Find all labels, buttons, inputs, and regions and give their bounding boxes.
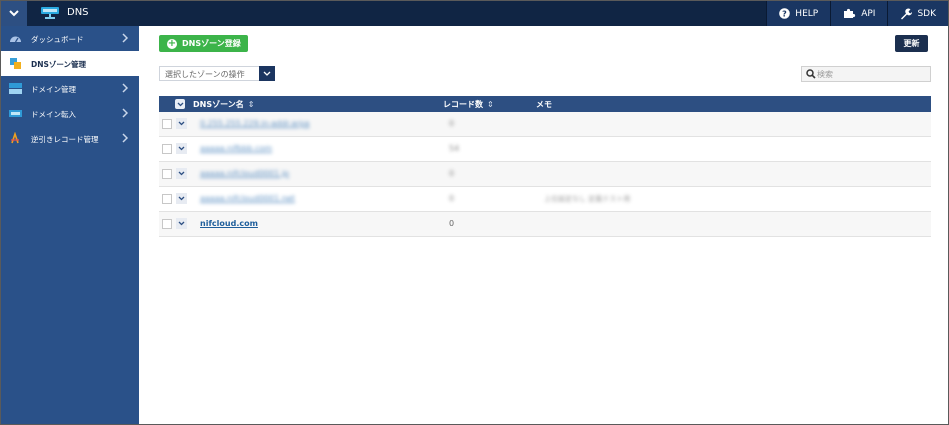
table-body: 0.255.255.229.in-addr.arpa 0 aaaaa.nifbb… — [159, 112, 931, 237]
record-count: 54 — [449, 144, 460, 153]
chevron-down-icon — [263, 71, 271, 76]
nifcloud-logo-icon — [41, 7, 59, 19]
row-expand-button[interactable] — [176, 218, 187, 229]
zone-name-link[interactable]: aaaaa.nifcloud0001.net — [200, 194, 295, 203]
row-expand-button[interactable] — [176, 143, 187, 154]
help-button[interactable]: ? HELP — [766, 1, 831, 26]
row-checkbox[interactable] — [162, 219, 172, 229]
chevron-down-icon — [178, 146, 185, 151]
table-row[interactable]: nifcloud.com 0 — [159, 212, 931, 237]
row-checkbox[interactable] — [162, 194, 172, 204]
zone-name-link[interactable]: nifcloud.com — [200, 219, 258, 228]
sidebar-item-label: ダッシュボード — [31, 35, 84, 44]
api-label: API — [861, 8, 876, 19]
refresh-button[interactable]: 更新 — [895, 35, 928, 52]
api-button[interactable]: API — [830, 1, 888, 26]
row-expand-button[interactable] — [176, 118, 187, 129]
sidebar-item-label: ドメイン転入 — [31, 110, 76, 119]
sidebar-item-domain-transfer[interactable]: ドメイン転入 — [1, 101, 139, 126]
zone-operation-select[interactable]: 選択したゾーンの操作 — [159, 66, 275, 81]
dns-zone-table: DNSゾーン名 ⇕ レコード数 ⇕ メモ 0.255.255.229.in-addr… — [159, 96, 931, 237]
memo: 上位設定なし 定義テスト用 — [544, 195, 631, 203]
add-dns-zone-label: DNSゾーン登録 — [182, 39, 241, 48]
svg-text:?: ? — [782, 9, 787, 18]
row-expand-button[interactable] — [176, 168, 187, 179]
chevron-right-icon — [122, 108, 129, 118]
zone-name-link[interactable]: 0.255.255.229.in-addr.arpa — [200, 119, 310, 128]
main-content: + DNSゾーン登録 更新 選択したゾーンの操作 検索 DNSゾーン名 ⇕ レコー… — [139, 26, 948, 424]
zone-operation-select-label: 選択したゾーンの操作 — [165, 70, 245, 79]
sdk-label: SDK — [917, 8, 936, 19]
sidebar-item-dashboard[interactable]: ダッシュボード — [1, 26, 139, 51]
chevron-right-icon — [122, 33, 129, 43]
chevron-right-icon — [122, 83, 129, 93]
chevron-down-icon — [9, 10, 19, 17]
row-checkbox[interactable] — [162, 144, 172, 154]
sidebar: ダッシュボード DNSゾーン管理 ドメイン管理 ドメイン転入 逆引きレコード管理 — [1, 26, 139, 424]
column-header-zone-name[interactable]: DNSゾーン名 ⇕ — [193, 99, 254, 110]
sidebar-item-reverse-record[interactable]: 逆引きレコード管理 — [1, 126, 139, 151]
row-checkbox[interactable] — [162, 119, 172, 129]
help-label: HELP — [795, 8, 819, 19]
search-placeholder: 検索 — [817, 70, 833, 79]
sidebar-item-label: DNSゾーン管理 — [31, 60, 87, 69]
dashboard-gauge-icon — [10, 36, 21, 43]
table-header: DNSゾーン名 ⇕ レコード数 ⇕ メモ — [159, 96, 931, 112]
table-row[interactable]: aaaaa.nifbbb.com 54 — [159, 137, 931, 162]
wrench-icon — [901, 7, 913, 19]
table-row[interactable]: 0.255.255.229.in-addr.arpa 0 — [159, 112, 931, 137]
reverse-record-icon — [11, 132, 19, 144]
add-dns-zone-button[interactable]: + DNSゾーン登録 — [159, 35, 248, 52]
dns-zone-icon — [10, 58, 21, 69]
table-row[interactable]: aaaaa.nifcloud0001.net 0 上位設定なし 定義テスト用 — [159, 187, 931, 212]
record-count: 0 — [449, 169, 455, 178]
top-bar: DNS ? HELP API SDK — [1, 1, 948, 26]
sidebar-item-label: 逆引きレコード管理 — [31, 135, 99, 144]
zone-name-link[interactable]: aaaaa.nifcloud0001.jp — [200, 169, 289, 178]
chevron-down-icon — [178, 196, 185, 201]
domain-management-icon — [9, 83, 22, 94]
app-window: DNS ? HELP API SDK ダッシュボード DNSゾーン管理 ドメイン… — [0, 0, 949, 425]
chevron-down-icon — [178, 221, 185, 226]
zone-name-link[interactable]: aaaaa.nifbbb.com — [200, 144, 272, 153]
record-count: 0 — [449, 194, 455, 203]
plus-circle-icon: + — [167, 37, 177, 49]
table-row[interactable]: aaaaa.nifcloud0001.jp 0 — [159, 162, 931, 187]
row-expand-button[interactable] — [176, 193, 187, 204]
column-header-record-count[interactable]: レコード数 ⇕ — [443, 99, 494, 110]
menu-collapse-button[interactable] — [1, 1, 27, 26]
chevron-down-icon — [178, 171, 185, 176]
app-title: DNS — [67, 7, 89, 18]
column-header-memo: メモ — [536, 99, 552, 110]
search-box[interactable]: 検索 — [801, 66, 931, 82]
select-all-checkbox[interactable] — [175, 99, 185, 109]
chevron-right-icon — [122, 133, 129, 143]
column-label: レコード数 — [443, 100, 483, 109]
puzzle-icon — [844, 8, 856, 18]
top-actions: ? HELP API SDK — [766, 1, 948, 26]
record-count: 0 — [449, 119, 455, 128]
chevron-down-icon — [178, 121, 185, 126]
sidebar-item-dns-zone[interactable]: DNSゾーン管理 — [1, 51, 139, 76]
dropdown-toggle[interactable] — [259, 66, 275, 81]
record-count: 0 — [449, 219, 455, 228]
chevron-down-icon — [177, 102, 183, 106]
sidebar-item-label: ドメイン管理 — [31, 85, 76, 94]
sort-icon: ⇕ — [247, 100, 255, 109]
column-label: DNSゾーン名 — [193, 100, 244, 109]
column-label: メモ — [536, 100, 552, 109]
row-checkbox[interactable] — [162, 169, 172, 179]
sidebar-item-domain-management[interactable]: ドメイン管理 — [1, 76, 139, 101]
search-icon — [806, 69, 816, 79]
domain-transfer-icon — [9, 110, 22, 117]
sdk-button[interactable]: SDK — [887, 1, 948, 26]
question-circle-icon: ? — [779, 8, 791, 19]
sort-icon: ⇕ — [487, 100, 494, 109]
